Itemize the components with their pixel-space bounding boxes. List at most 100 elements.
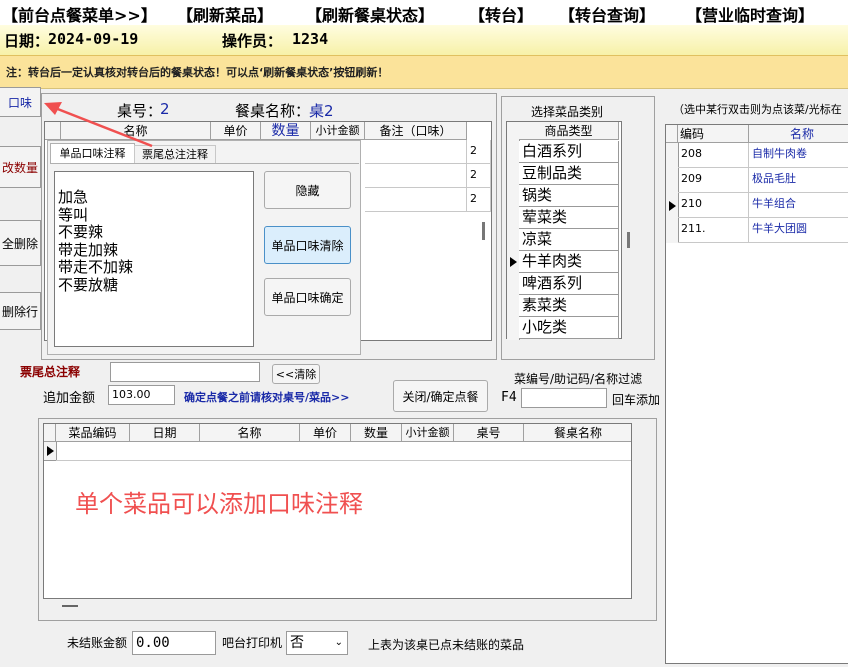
change-quantity-button[interactable]: 改数量: [0, 146, 41, 188]
taste-option[interactable]: 带走加辣: [58, 241, 253, 260]
taste-option[interactable]: 不要辣: [58, 223, 253, 242]
filter-label: 菜编号/助记码/名称过滤: [514, 372, 643, 386]
category-item[interactable]: 豆制品类: [519, 163, 619, 185]
order-grid-scrollbar[interactable]: [482, 222, 485, 240]
delete-row-button[interactable]: 删除行: [0, 292, 41, 330]
operator-value: 1234: [292, 30, 329, 48]
dish-name[interactable]: 极品毛肚: [749, 168, 848, 193]
dish-code[interactable]: 209: [678, 168, 749, 193]
taste-option[interactable]: 加急: [58, 188, 253, 207]
info-bar: 日期： 2024-09-19 操作员： 1234: [0, 25, 848, 55]
category-header: 商品类型: [519, 122, 619, 140]
extra-amount-label: 追加金额: [43, 391, 96, 406]
dish-name[interactable]: 牛羊大团圆: [749, 218, 848, 243]
confirm-taste-button[interactable]: 单品口味确定: [264, 278, 351, 316]
dish-col-name: 名称: [749, 125, 848, 143]
category-item[interactable]: 素菜类: [519, 295, 619, 317]
category-item[interactable]: 小吃类: [519, 317, 619, 339]
clear-note-button[interactable]: <<清除: [272, 364, 320, 384]
col-price: 单价: [211, 122, 261, 140]
row-pointer-icon: [510, 257, 517, 267]
taste-options-list[interactable]: 加急 等叫 不要辣 带走加辣 带走不加辣 不要放糖: [54, 171, 254, 347]
dish-row-selector-header: [666, 125, 678, 143]
taste-popup: 单品口味注释 票尾总注注释 加急 等叫 不要辣 带走加辣 带走不加辣 不要放糖 …: [47, 140, 361, 355]
dish-name[interactable]: 牛羊组合: [749, 193, 848, 218]
menu-transfer-query[interactable]: 【转台查询】: [559, 2, 655, 25]
category-item[interactable]: 啤酒系列: [519, 273, 619, 295]
dish-code[interactable]: 208: [678, 143, 749, 168]
operator-label: 操作员：: [222, 32, 283, 50]
chevron-down-icon: ⌄: [334, 637, 343, 648]
footer-note-input[interactable]: [110, 362, 260, 382]
history-col-table-no: 桌号: [454, 424, 524, 442]
category-item[interactable]: 白酒系列: [519, 141, 619, 163]
extra-amount-input[interactable]: 103.00: [108, 385, 175, 405]
taste-option[interactable]: 不要放糖: [58, 276, 253, 295]
history-col-name: 名称: [200, 424, 300, 442]
menu-temp-query[interactable]: 【营业临时查询】: [686, 2, 814, 25]
filter-input[interactable]: [521, 388, 607, 408]
confirm-warning: 确定点餐之前请核对桌号/菜品>>: [184, 391, 350, 404]
category-item[interactable]: 凉菜: [519, 229, 619, 251]
row-mark: 2: [467, 164, 491, 188]
history-hscrollbar[interactable]: [62, 605, 78, 607]
dish-code[interactable]: 210: [678, 193, 749, 218]
table-row[interactable]: [56, 442, 631, 461]
menu-refresh-dishes[interactable]: 【刷新菜品】: [177, 2, 273, 25]
category-list[interactable]: 商品类型 白酒系列 豆制品类 锅类 荤菜类 凉菜 牛羊肉类 啤酒系列 素菜类 小…: [506, 121, 622, 340]
category-item[interactable]: 锅类: [519, 185, 619, 207]
table-name-value: 桌2: [309, 102, 334, 120]
category-item-selected[interactable]: 牛羊肉类: [519, 251, 619, 273]
notice-text: 注：转台后一定认真核对转台后的餐桌状态！可以点‘刷新餐桌状态’按钮刷新！: [6, 66, 389, 79]
footer-note-label: 票尾总注释: [20, 365, 81, 379]
clear-taste-button[interactable]: 单品口味清除: [264, 226, 351, 264]
table-row[interactable]: [365, 188, 467, 212]
unpaid-amount-label: 未结账金额: [67, 636, 128, 650]
category-scrollbar[interactable]: [627, 232, 630, 248]
dish-code[interactable]: 211.: [678, 218, 749, 243]
close-confirm-order-button[interactable]: 关闭/确定点餐: [393, 380, 488, 412]
filter-shortcut: F4: [501, 390, 517, 405]
taste-option[interactable]: 等叫: [58, 206, 253, 225]
table-no-value: 2: [160, 100, 170, 118]
history-col-price: 单价: [300, 424, 351, 442]
history-col-code: 菜品编码: [56, 424, 130, 442]
menu-transfer[interactable]: 【转台】: [469, 2, 533, 25]
row-mark: 2: [467, 140, 491, 164]
dish-col-code: 编码: [678, 125, 749, 143]
history-description: 上表为该桌已点未结账的菜品: [368, 638, 525, 652]
history-col-subtotal: 小计金额: [402, 424, 454, 442]
annotation-text: 单个菜品可以添加口味注释: [75, 490, 363, 518]
date-value: 2024-09-19: [48, 30, 139, 48]
row-pointer-icon: [669, 201, 676, 211]
menu-order[interactable]: 【前台点餐菜单>>】: [2, 2, 157, 25]
table-row[interactable]: [365, 164, 467, 188]
dish-grid[interactable]: 编码 名称 208 自制牛肉卷 209 极品毛肚 210 牛羊组合 211. 牛…: [665, 124, 848, 664]
enter-add-hint: 回车添加: [612, 393, 661, 407]
category-title: 选择菜品类别: [531, 105, 604, 119]
dish-name[interactable]: 自制牛肉卷: [749, 143, 848, 168]
notice-bar: 注：转台后一定认真核对转台后的餐桌状态！可以点‘刷新餐桌状态’按钮刷新！: [0, 55, 848, 89]
delete-all-button[interactable]: 全删除: [0, 220, 41, 266]
col-subtotal: 小计金额: [311, 122, 365, 140]
row-mark: 2: [467, 188, 491, 212]
tab-divider: [50, 163, 359, 164]
date-label: 日期：: [4, 32, 50, 50]
bar-printer-label: 吧台打印机: [222, 636, 283, 650]
history-col-quantity: 数量: [351, 424, 402, 442]
history-col-date: 日期: [130, 424, 200, 442]
col-quantity: 数量: [261, 122, 311, 140]
unpaid-amount-field: 0.00: [132, 631, 216, 655]
bar-printer-select[interactable]: 否 ⌄: [286, 631, 348, 655]
table-name-label: 餐桌名称：: [235, 102, 311, 120]
taste-option[interactable]: 带走不加辣: [58, 258, 253, 277]
taste-button[interactable]: 口味: [0, 87, 41, 117]
category-item[interactable]: 荤菜类: [519, 207, 619, 229]
menu-refresh-tables[interactable]: 【刷新餐桌状态】: [306, 2, 434, 25]
history-col-table-name: 餐桌名称: [524, 424, 631, 442]
bar-printer-value: 否: [290, 635, 304, 651]
table-row[interactable]: [365, 140, 467, 164]
hide-button[interactable]: 隐藏: [264, 171, 351, 209]
row-pointer-icon: [47, 446, 54, 456]
history-row-selector-header: [44, 424, 56, 442]
